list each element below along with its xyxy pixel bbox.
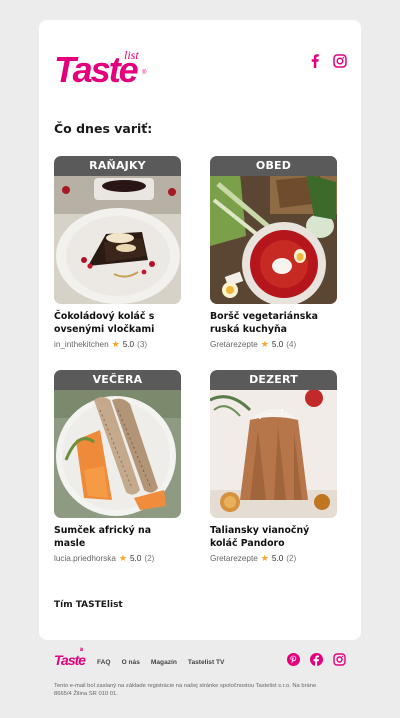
rating-count: (3) xyxy=(137,340,148,349)
recipe-meta: in_inthekitchen ★ 5.0 (3) xyxy=(54,339,181,350)
recipe-rating: 5.0 xyxy=(271,340,284,349)
recipe-meta: Gretarezepte ★ 5.0 (2) xyxy=(210,553,337,564)
newsletter-card: Taste list ® Čo dnes variť: RAŇAJKY Čoko… xyxy=(39,20,361,640)
recipe-card-breakfast[interactable]: RAŇAJKY Čokoládový koláč s ovsenými vloč… xyxy=(54,156,181,350)
recipe-card-dessert[interactable]: DEZERT Taliansky vianočný koláč Pandoro … xyxy=(210,370,337,564)
category-badge: OBED xyxy=(210,156,337,176)
recipe-meta: lucia.priedhorska ★ 5.0 (2) xyxy=(54,553,181,564)
legal-notice: Tento e-mail bol zaslaný na základe regi… xyxy=(54,683,317,697)
instagram-icon[interactable] xyxy=(333,54,347,68)
recipe-rating: 5.0 xyxy=(122,340,135,349)
tastelist-logo[interactable]: Taste list ® xyxy=(54,48,149,90)
footer-logo-wordmark: Taste xyxy=(54,652,86,668)
star-icon: ★ xyxy=(118,553,127,563)
recipe-photo[interactable]: DEZERT xyxy=(210,370,337,518)
recipe-photo[interactable]: RAŇAJKY xyxy=(54,156,181,304)
footer-social-links xyxy=(287,653,346,666)
recipe-title[interactable]: Taliansky vianočný koláč Pandoro xyxy=(210,524,337,550)
recipe-title[interactable]: Čokoládový koláč s ovsenými vločkami xyxy=(54,310,181,336)
facebook-icon[interactable] xyxy=(309,54,321,68)
category-badge: RAŇAJKY xyxy=(54,156,181,176)
rating-count: (4) xyxy=(286,340,297,349)
recipe-card-lunch[interactable]: OBED Boršč vegetariánska ruská kuchyňa G… xyxy=(210,156,337,350)
recipe-rating: 5.0 xyxy=(129,554,142,563)
section-heading: Čo dnes variť: xyxy=(54,121,153,136)
footer-nav: FAQ O nás Magazín Tastelist TV xyxy=(97,659,224,666)
footer-link-faq[interactable]: FAQ xyxy=(97,659,111,666)
rating-count: (2) xyxy=(286,554,297,563)
star-icon: ★ xyxy=(260,553,269,563)
recipe-title[interactable]: Boršč vegetariánska ruská kuchyňa xyxy=(210,310,337,336)
recipe-author[interactable]: in_inthekitchen xyxy=(54,340,109,349)
recipe-author[interactable]: Gretarezepte xyxy=(210,554,258,563)
footer-logo-sub: list xyxy=(80,648,83,653)
signoff: Tím TASTElist xyxy=(54,600,123,610)
recipe-rating: 5.0 xyxy=(271,554,284,563)
star-icon: ★ xyxy=(260,339,269,349)
pinterest-icon[interactable] xyxy=(287,653,300,666)
footer-logo[interactable]: Taste list xyxy=(54,648,86,668)
recipe-photo[interactable]: OBED xyxy=(210,156,337,304)
registered-mark: ® xyxy=(142,70,147,76)
footer-link-tv[interactable]: Tastelist TV xyxy=(188,659,225,666)
category-badge: DEZERT xyxy=(210,370,337,390)
recipe-title[interactable]: Sumček africký na masle xyxy=(54,524,181,550)
logo-sub: list xyxy=(124,48,139,62)
recipe-photo[interactable]: VEČERA xyxy=(54,370,181,518)
recipe-author[interactable]: lucia.priedhorska xyxy=(54,554,116,563)
instagram-icon[interactable] xyxy=(333,653,346,666)
footer-link-magazine[interactable]: Magazín xyxy=(151,659,177,666)
recipe-meta: Gretarezepte ★ 5.0 (4) xyxy=(210,339,337,350)
recipe-card-dinner[interactable]: VEČERA Sumček africký na masle lucia.pri… xyxy=(54,370,181,564)
header-social-links xyxy=(309,54,347,68)
star-icon: ★ xyxy=(111,339,120,349)
footer-link-about[interactable]: O nás xyxy=(122,659,140,666)
rating-count: (2) xyxy=(144,554,155,563)
facebook-icon[interactable] xyxy=(310,653,323,666)
category-badge: VEČERA xyxy=(54,370,181,390)
recipe-author[interactable]: Gretarezepte xyxy=(210,340,258,349)
